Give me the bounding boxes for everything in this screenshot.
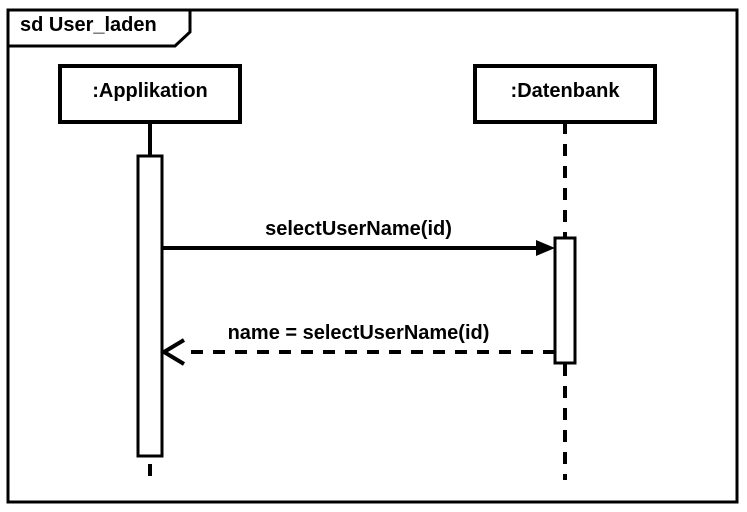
participant-label-datenbank: :Datenbank xyxy=(475,80,655,103)
activation-datenbank xyxy=(555,238,575,363)
message-label-return: name = selectUserName(id) xyxy=(162,322,555,345)
participant-label-applikation: :Applikation xyxy=(60,80,240,103)
diagram-title: sd User_laden xyxy=(20,14,157,37)
sequence-diagram: sd User_laden :Applikation :Datenbank se… xyxy=(0,0,747,512)
diagram-canvas xyxy=(0,0,747,512)
message-label-call: selectUserName(id) xyxy=(162,218,555,241)
message-call-selectusername xyxy=(162,240,555,256)
activation-applikation xyxy=(138,156,162,456)
